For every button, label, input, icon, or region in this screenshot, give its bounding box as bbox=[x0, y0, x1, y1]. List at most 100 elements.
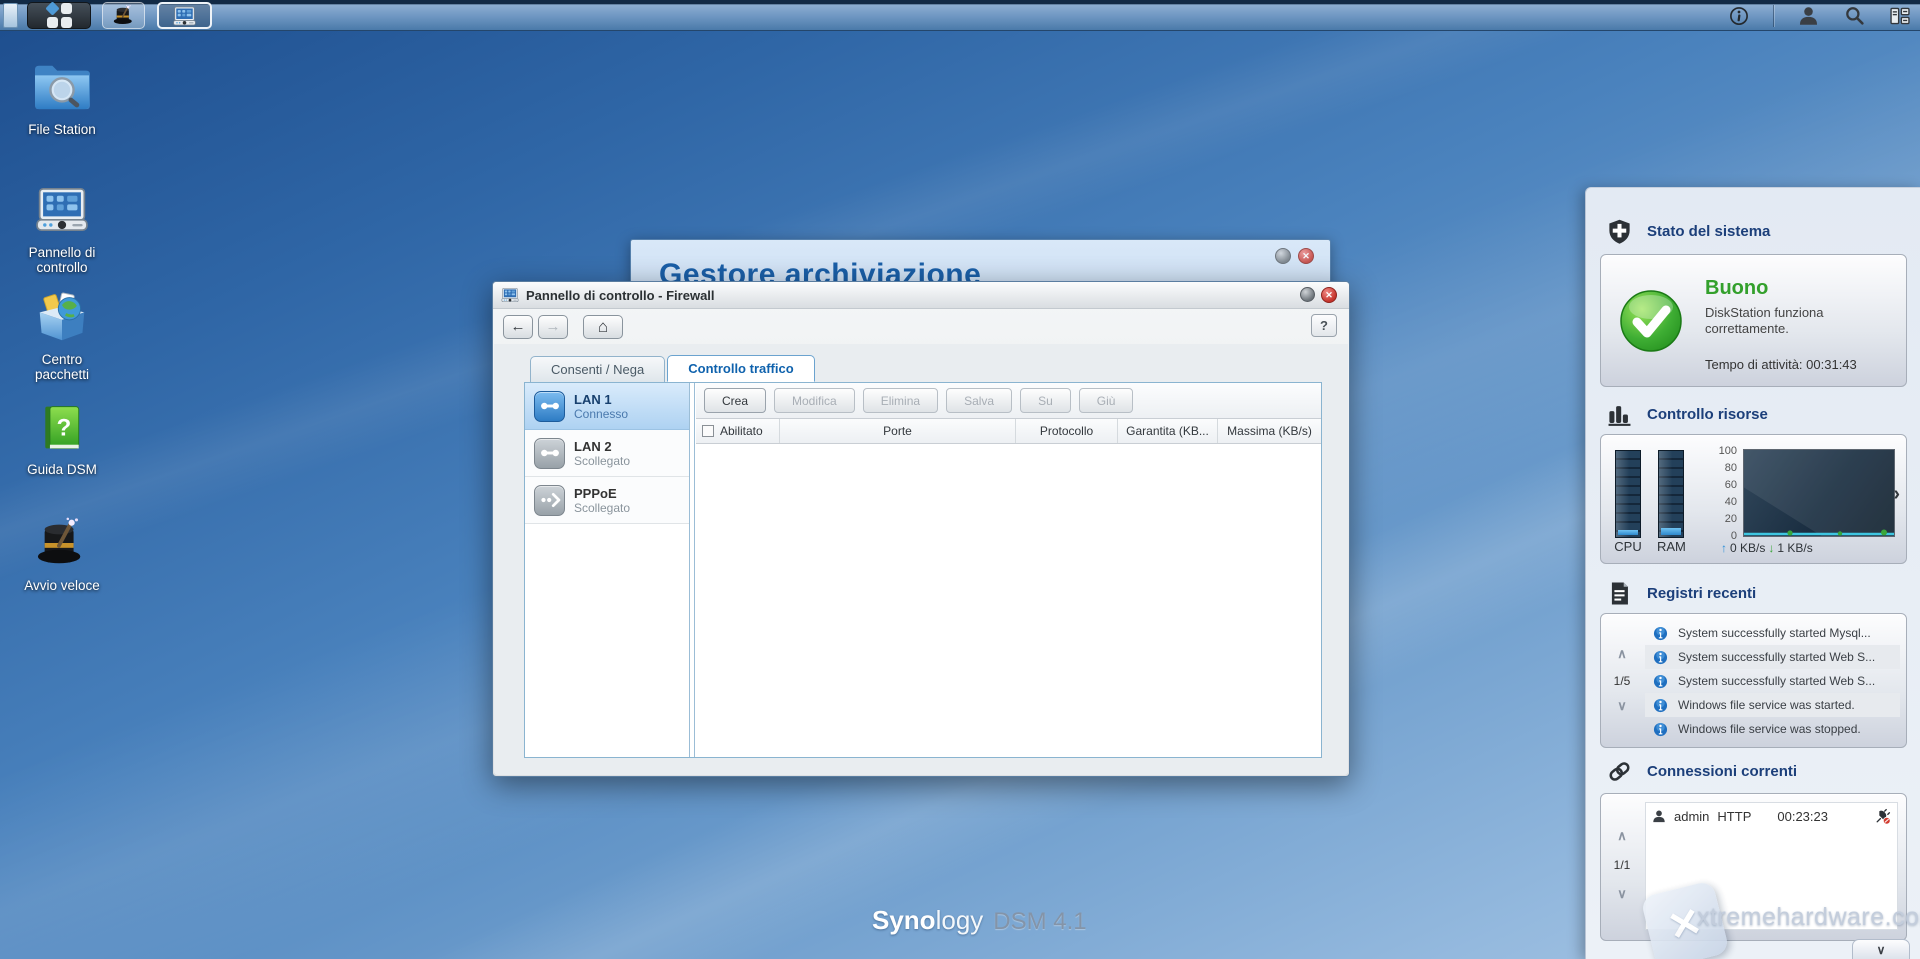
log-row[interactable]: Windows file service was stopped. bbox=[1645, 717, 1900, 741]
connections-page-down-button[interactable]: ∨ bbox=[1601, 886, 1643, 902]
column-massima[interactable]: Massima (KB/s) bbox=[1218, 419, 1321, 443]
logs-page-number: 1/5 bbox=[1613, 674, 1631, 688]
resource-monitor-panel: CPU RAM 100 80 60 40 20 0 ↑ 0 KB/s ↓ 1 K… bbox=[1600, 434, 1907, 564]
back-icon: ← bbox=[510, 318, 526, 335]
save-button[interactable]: Salva bbox=[946, 388, 1013, 413]
disconnect-icon[interactable] bbox=[1874, 808, 1891, 825]
desktop-icon-label: Guida DSM bbox=[27, 462, 97, 477]
back-button[interactable]: ← bbox=[503, 314, 533, 339]
connection-user: admin bbox=[1674, 808, 1710, 824]
xtremehardware-watermark: xtremehardware.com bbox=[1697, 903, 1920, 931]
chevron-right-icon: › bbox=[1893, 483, 1900, 505]
desktop-icon-file-station[interactable]: File Station bbox=[4, 60, 120, 137]
taskbar-separator bbox=[1773, 4, 1774, 27]
lan-icon bbox=[537, 393, 563, 419]
logs-page-down-button[interactable]: ∨ bbox=[1601, 698, 1643, 714]
recent-logs-panel: ∧ 1/5 ∨ System successfully started Mysq… bbox=[1600, 613, 1907, 748]
connections-pager: ∧ 1/1 ∨ bbox=[1601, 794, 1643, 940]
user-menu-button[interactable] bbox=[1796, 4, 1820, 28]
taskbar-quick-start-button[interactable] bbox=[102, 2, 145, 29]
quick-start-icon bbox=[111, 4, 137, 27]
control-panel-icon bbox=[172, 4, 197, 28]
titlebar[interactable]: Pannello di controllo - Firewall ✕ bbox=[493, 282, 1349, 309]
axis-100: 100 bbox=[1718, 445, 1737, 457]
column-garantita[interactable]: Garantita (KB... bbox=[1118, 419, 1218, 443]
rules-pane: Crea Modifica Elimina Salva Su Giù Abili… bbox=[696, 383, 1321, 757]
desktop-icon-quick-start[interactable]: Avvio veloce bbox=[4, 516, 120, 593]
interface-pppoe[interactable]: PPPoE Scollegato bbox=[525, 477, 689, 524]
interface-lan1[interactable]: LAN 1 Connesso bbox=[525, 383, 689, 430]
resource-monitor-header: Controllo risorse bbox=[1606, 401, 1768, 428]
column-porte[interactable]: Porte bbox=[780, 419, 1016, 443]
create-button[interactable]: Crea bbox=[704, 388, 767, 413]
ram-gauge bbox=[1658, 450, 1684, 538]
log-row[interactable]: System successfully started Web S... bbox=[1645, 669, 1900, 693]
desktop-icon-dsm-help[interactable]: Guida DSM bbox=[4, 402, 120, 477]
tab-consenti-nega[interactable]: Consenti / Nega bbox=[530, 356, 666, 383]
pppoe-icon bbox=[537, 487, 563, 513]
taskbar-control-panel-button[interactable] bbox=[157, 2, 212, 29]
log-row[interactable]: Windows file service was started. bbox=[1645, 693, 1900, 717]
tab-content: LAN 1 Connesso LAN 2 Scollegato PPPoE Scoll… bbox=[524, 382, 1322, 758]
help-button[interactable]: ? bbox=[1311, 314, 1337, 337]
connection-row[interactable]: admin HTTP 00:23:23 bbox=[1646, 803, 1897, 829]
info-circle-icon bbox=[1730, 6, 1748, 25]
delete-button[interactable]: Elimina bbox=[862, 388, 939, 413]
desktop-icon-control-panel[interactable]: Pannello di controllo bbox=[4, 182, 120, 275]
minimize-button[interactable] bbox=[1275, 248, 1291, 264]
ram-label: RAM bbox=[1657, 539, 1686, 554]
connections-page-up-button[interactable]: ∧ bbox=[1601, 828, 1643, 844]
axis-20: 20 bbox=[1724, 513, 1737, 525]
minimize-button[interactable] bbox=[1300, 287, 1315, 302]
home-icon: ⌂ bbox=[597, 316, 609, 336]
down-button[interactable]: Giù bbox=[1078, 388, 1134, 413]
column-abilitato[interactable]: Abilitato bbox=[696, 419, 780, 443]
search-button[interactable] bbox=[1842, 4, 1866, 28]
desktop-icon-package-center[interactable]: Centro pacchetti bbox=[4, 292, 120, 382]
column-protocollo[interactable]: Protocollo bbox=[1016, 419, 1118, 443]
cpu-label: CPU bbox=[1614, 539, 1642, 554]
log-row[interactable]: System successfully started Web S... bbox=[1645, 645, 1900, 669]
close-button[interactable]: ✕ bbox=[1321, 287, 1337, 303]
home-button[interactable]: ⌂ bbox=[583, 314, 623, 339]
control-panel-icon bbox=[33, 182, 91, 237]
close-button[interactable]: ✕ bbox=[1298, 248, 1314, 264]
info-button[interactable] bbox=[1727, 4, 1751, 28]
nav-bar: ← → ⌂ bbox=[493, 309, 1349, 344]
firewall-window: Pannello di controllo - Firewall ✕ ← → ⌂… bbox=[492, 281, 1350, 777]
resource-next-page-button[interactable]: › bbox=[1893, 483, 1900, 506]
system-status-panel: Buono DiskStation funziona correttamente… bbox=[1600, 254, 1907, 387]
chevron-up-icon: ∧ bbox=[1617, 828, 1627, 843]
up-button[interactable]: Su bbox=[1020, 388, 1071, 413]
window-body: Consenti / Nega Controllo traffico LAN 1… bbox=[494, 344, 1348, 775]
collapse-widgets-button[interactable]: ∨ bbox=[1852, 939, 1910, 959]
upload-icon: ↑ bbox=[1721, 541, 1727, 555]
edit-button[interactable]: Modifica bbox=[774, 388, 855, 413]
show-desktop-button[interactable] bbox=[3, 3, 18, 28]
desktop-icon-label: File Station bbox=[28, 122, 96, 137]
tab-controllo-traffico[interactable]: Controllo traffico bbox=[667, 355, 815, 382]
network-rates: ↑ 0 KB/s ↓ 1 KB/s bbox=[1721, 541, 1813, 555]
forward-button[interactable]: → bbox=[538, 314, 568, 339]
document-icon bbox=[1606, 580, 1633, 607]
select-all-checkbox[interactable] bbox=[702, 425, 714, 437]
pilot-view-button[interactable] bbox=[1888, 4, 1912, 28]
window-title: Pannello di controllo - Firewall bbox=[526, 287, 715, 303]
uptime-text: Tempo di attività: 00:31:43 bbox=[1705, 357, 1857, 372]
desktop-icon-label: Avvio veloce bbox=[24, 578, 100, 593]
recent-logs-header: Registri recenti bbox=[1606, 580, 1756, 607]
info-icon bbox=[1653, 674, 1668, 689]
interface-lan2[interactable]: LAN 2 Scollegato bbox=[525, 430, 689, 477]
logs-page-up-button[interactable]: ∧ bbox=[1601, 646, 1643, 662]
chevron-down-icon: ∨ bbox=[1617, 886, 1627, 901]
quick-start-icon bbox=[31, 516, 93, 570]
network-graph bbox=[1743, 449, 1895, 537]
download-rate: 1 KB/s bbox=[1777, 541, 1813, 555]
main-menu-button[interactable] bbox=[27, 1, 91, 29]
axis-80: 80 bbox=[1724, 462, 1737, 474]
connections-page-number: 1/1 bbox=[1613, 858, 1631, 872]
chevron-up-icon: ∧ bbox=[1617, 646, 1627, 661]
log-row[interactable]: System successfully started Mysql... bbox=[1645, 621, 1900, 645]
axis-40: 40 bbox=[1724, 496, 1737, 508]
log-list: System successfully started Mysql... Sys… bbox=[1645, 621, 1900, 741]
